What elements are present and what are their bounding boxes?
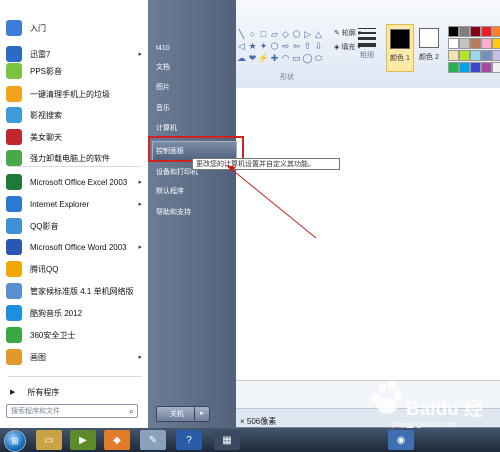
app-taskbar-icon[interactable]: ◆	[104, 430, 130, 450]
window-taskbar-icon[interactable]: ▦	[214, 430, 240, 450]
help-taskbar-icon[interactable]: ?	[176, 430, 202, 450]
media-taskbar-icon[interactable]: ▶	[70, 430, 96, 450]
explorer-taskbar-icon[interactable]: ▭	[36, 430, 62, 450]
start-button[interactable]: ⊞	[4, 430, 26, 452]
tray-app-icon[interactable]: ◉	[388, 430, 414, 450]
paint-taskbar-icon[interactable]: ✎	[140, 430, 166, 450]
taskbar: ⊞ ▭ ▶ ◆ ✎ ? ▦ ◉	[0, 428, 500, 452]
windows-logo-icon: ⊞	[11, 435, 19, 446]
